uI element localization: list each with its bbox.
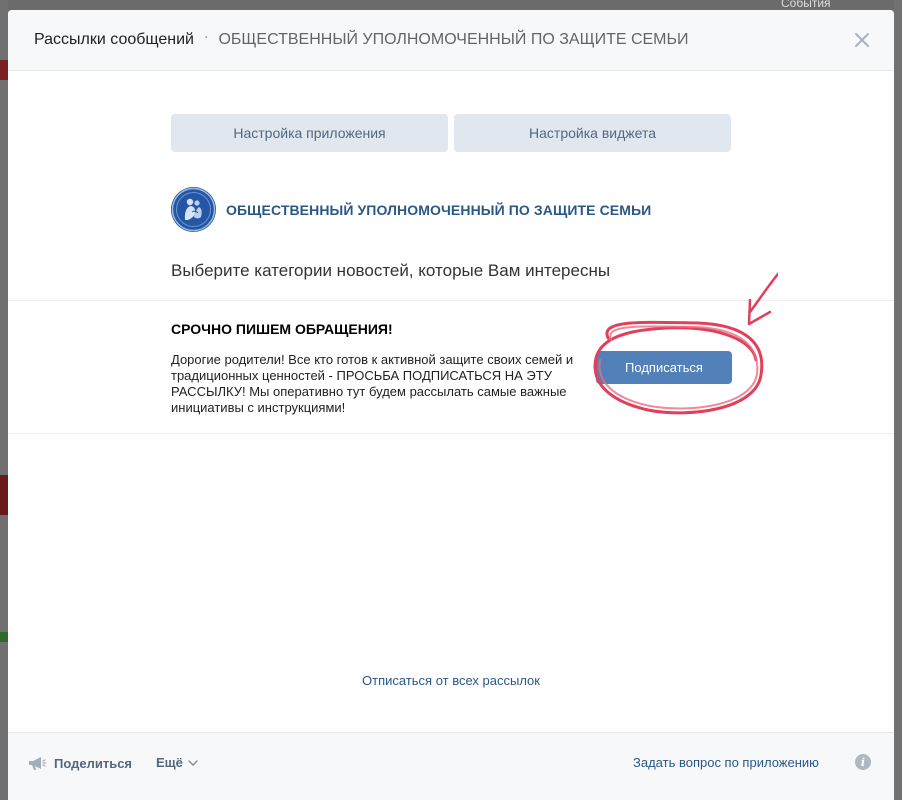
- mailing-title: СРОЧНО ПИШЕМ ОБРАЩЕНИЯ!: [171, 321, 393, 337]
- background-fragment: [0, 632, 8, 642]
- background-fragment: [0, 475, 8, 515]
- more-label: Ещё: [156, 755, 183, 770]
- group-logo[interactable]: [171, 187, 216, 232]
- background-events-label: События: [745, 0, 902, 10]
- chevron-down-icon: [188, 759, 198, 766]
- group-header: ОБЩЕСТВЕННЫЙ УПОЛНОМОЧЕННЫЙ ПО ЗАЩИТЕ СЕ…: [171, 187, 651, 232]
- megaphone-icon: [29, 757, 46, 770]
- background-left-strip: [0, 0, 8, 800]
- family-emblem-icon: [171, 187, 216, 232]
- mailing-description: Дорогие родители! Все кто готов к активн…: [171, 352, 574, 415]
- share-button[interactable]: Поделиться: [28, 755, 132, 771]
- modal-footer: Поделиться Ещё Задать вопрос по приложен…: [8, 732, 894, 800]
- header-separator: ·: [204, 30, 209, 46]
- mailing-modal: Рассылки сообщений · ОБЩЕСТВЕННЫЙ УПОЛНО…: [8, 10, 894, 800]
- group-name-link[interactable]: ОБЩЕСТВЕННЫЙ УПОЛНОМОЧЕННЫЙ ПО ЗАЩИТЕ СЕ…: [226, 202, 651, 218]
- more-dropdown[interactable]: Ещё: [156, 755, 199, 770]
- ask-question-link[interactable]: Задать вопрос по приложению: [633, 755, 819, 770]
- background-fragment: [0, 60, 8, 80]
- events-label: События: [781, 0, 831, 10]
- divider: [8, 300, 894, 301]
- app-settings-button[interactable]: Настройка приложения: [171, 114, 448, 152]
- close-button[interactable]: [850, 28, 874, 52]
- settings-tabs: Настройка приложения Настройка виджета: [171, 114, 731, 152]
- modal-subtitle: ОБЩЕСТВЕННЫЙ УПОЛНОМОЧЕННЫЙ ПО ЗАЩИТЕ СЕ…: [218, 31, 689, 48]
- unsubscribe-all-link[interactable]: Отписаться от всех рассылок: [8, 673, 894, 688]
- modal-header: Рассылки сообщений · ОБЩЕСТВЕННЫЙ УПОЛНО…: [8, 10, 894, 71]
- divider: [8, 433, 894, 434]
- modal-title: Рассылки сообщений: [34, 31, 194, 48]
- subscribe-button[interactable]: Подписаться: [596, 351, 732, 384]
- category-prompt: Выберите категории новостей, которые Вам…: [171, 261, 611, 280]
- background-right-strip: [894, 0, 902, 800]
- widget-settings-button[interactable]: Настройка виджета: [454, 114, 731, 152]
- share-label: Поделиться: [54, 755, 133, 771]
- info-icon[interactable]: i: [855, 754, 871, 770]
- close-icon: [855, 33, 869, 47]
